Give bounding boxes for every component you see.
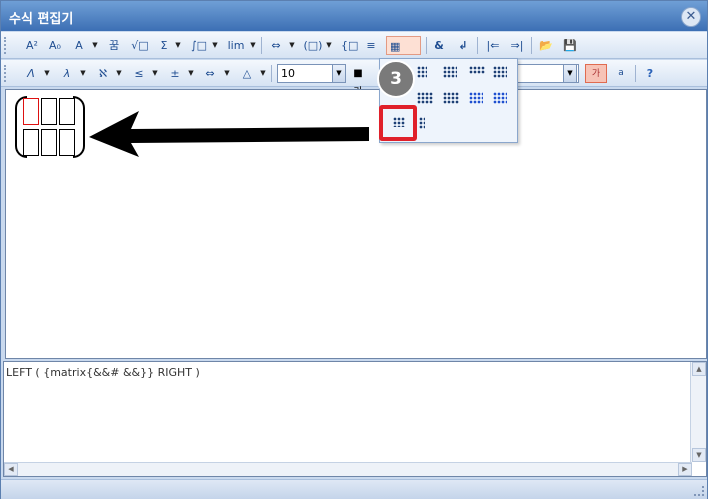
script-view-button[interactable]: a — [611, 64, 631, 83]
matrix-icon — [417, 66, 427, 78]
operator-button[interactable]: ± — [167, 64, 183, 83]
relation-button[interactable]: ≤ — [131, 64, 147, 83]
toolbar-separator — [271, 65, 272, 82]
equation-editor-window: 수식 편집기 ✕ A² A₀ A ▼ 꿈 √□ Σ ▼ ∫□ ▼ lim ▼ ⇔… — [0, 0, 708, 499]
root-button[interactable]: √□ — [129, 36, 151, 55]
vertical-scrollbar[interactable]: ▲ ▼ — [690, 362, 706, 462]
matrix-icon — [443, 92, 459, 104]
matrix-slot[interactable] — [23, 129, 39, 156]
color-button[interactable]: ■가 — [349, 64, 367, 98]
greek-lower-button[interactable]: λ — [59, 64, 75, 83]
superscript-button[interactable]: A² — [23, 36, 41, 55]
arrows-button[interactable]: ⇔ — [201, 64, 219, 83]
chevron-down-icon[interactable]: ▼ — [151, 64, 159, 83]
chevron-down-icon[interactable]: ▼ — [115, 64, 123, 83]
greek-upper-button[interactable]: Λ — [23, 64, 39, 83]
matrix-icon — [493, 66, 507, 78]
move-prev-button[interactable]: |⇐ — [483, 36, 503, 55]
chevron-down-icon[interactable]: ▼ — [187, 64, 195, 83]
case-button[interactable]: {□ — [341, 36, 358, 55]
scroll-left-icon[interactable]: ◀ — [4, 463, 18, 476]
text-style-button[interactable]: 가 — [585, 64, 607, 83]
title-bar: 수식 편집기 ✕ — [1, 1, 707, 31]
open-file-button[interactable]: 📂 — [537, 36, 555, 55]
font-size-dropdown-button[interactable]: ▼ — [332, 64, 346, 83]
chevron-down-icon[interactable]: ▼ — [288, 36, 296, 55]
selection-highlight-frame — [379, 105, 417, 141]
script-editor[interactable]: LEFT ( {matrix{&&# &&}} RIGHT ) ▲ ▼ ◀ ▶ — [3, 361, 707, 477]
script-text[interactable]: LEFT ( {matrix{&&# &&}} RIGHT ) — [6, 366, 200, 379]
matrix-preview — [15, 96, 85, 160]
newline-button[interactable]: ↲ — [455, 36, 471, 55]
matrix-slot-active[interactable] — [23, 98, 39, 125]
toolbar-grip[interactable] — [4, 65, 7, 82]
matrix-option-2x3[interactable] — [440, 63, 460, 81]
chevron-down-icon[interactable]: ▼ — [174, 36, 182, 55]
toolbar-separator — [635, 65, 636, 82]
matrix-icon — [469, 92, 483, 104]
arrow-box-button[interactable]: ⇔ — [267, 36, 285, 55]
chevron-down-icon[interactable]: ▼ — [91, 36, 99, 55]
matrix-option-3x4[interactable] — [414, 89, 434, 107]
matrix-option-3x3[interactable] — [490, 63, 510, 81]
horizontal-scrollbar[interactable]: ◀ ▶ — [4, 462, 692, 476]
hebrew-button[interactable]: ℵ — [95, 64, 111, 83]
sum-button[interactable]: Σ — [157, 36, 171, 55]
matrix-button[interactable]: ▦ — [386, 36, 421, 55]
matrix-slot[interactable] — [59, 98, 75, 125]
scroll-up-icon[interactable]: ▲ — [692, 362, 706, 376]
toolbar-structure: A² A₀ A ▼ 꿈 √□ Σ ▼ ∫□ ▼ lim ▼ ⇔ ▼ (□) ▼ … — [1, 32, 707, 59]
matrix-option-3x4b[interactable] — [440, 89, 460, 107]
matrix-slot[interactable] — [59, 129, 75, 156]
chevron-down-icon[interactable]: ▼ — [223, 64, 231, 83]
chevron-down-icon[interactable]: ▼ — [259, 64, 267, 83]
toolbar-symbols: Λ ▼ λ ▼ ℵ ▼ ≤ ▼ ± ▼ ⇔ ▼ △ ▼ ■가 가 a ? — [1, 60, 707, 98]
chevron-down-icon[interactable]: ▼ — [79, 64, 87, 83]
matrix-icon — [419, 117, 425, 129]
matrix-icon — [443, 66, 457, 78]
fraction-button[interactable]: 꿈 — [105, 36, 123, 55]
subscript-button[interactable]: A₀ — [45, 36, 65, 55]
help-button[interactable]: ? — [641, 64, 659, 83]
toolbar-separator — [261, 37, 262, 54]
matrix-option-blue[interactable] — [466, 89, 486, 107]
matrix-icon — [417, 92, 433, 104]
scroll-right-icon[interactable]: ▶ — [678, 463, 692, 476]
ampersand-button[interactable]: & — [431, 36, 447, 55]
matrix-slot[interactable] — [41, 129, 57, 156]
chevron-down-icon[interactable]: ▼ — [325, 36, 333, 55]
matrix-option-2x4[interactable] — [466, 63, 486, 81]
status-bar — [1, 479, 707, 499]
chevron-down-icon[interactable]: ▼ — [211, 36, 219, 55]
toolbar-grip[interactable] — [4, 37, 7, 54]
shapes-button[interactable]: △ — [239, 64, 255, 83]
close-icon[interactable]: ✕ — [681, 7, 701, 27]
chevron-down-icon[interactable]: ▼ — [249, 36, 257, 55]
toolbar-separator — [477, 37, 478, 54]
scroll-down-icon[interactable]: ▼ — [692, 448, 706, 462]
stack-button[interactable]: ≡ — [363, 36, 379, 55]
font-combo-dropdown-button[interactable]: ▼ — [563, 64, 577, 83]
matrix-icon — [469, 66, 485, 74]
toolbar-separator — [531, 37, 532, 54]
chevron-down-icon[interactable]: ▼ — [43, 64, 51, 83]
save-file-button[interactable]: 💾 — [561, 36, 579, 55]
toolbar-separator — [426, 37, 427, 54]
matrix-option-2x2[interactable] — [414, 63, 434, 81]
move-next-button[interactable]: ⇒| — [507, 36, 527, 55]
bracket-button[interactable]: (□) — [303, 36, 323, 55]
matrix-option-vector[interactable] — [416, 114, 436, 132]
matrix-option-blue-4[interactable] — [490, 89, 510, 107]
step-badge: 3 — [377, 60, 415, 98]
matrix-icon — [493, 92, 507, 104]
window-title: 수식 편집기 — [9, 12, 74, 27]
matrix-slot[interactable] — [41, 98, 57, 125]
resize-grip-icon[interactable] — [694, 486, 704, 496]
integral-button[interactable]: ∫□ — [189, 36, 209, 55]
accent-button[interactable]: A — [71, 36, 87, 55]
annotation-arrow — [89, 111, 369, 157]
limit-button[interactable]: lim — [225, 36, 247, 55]
